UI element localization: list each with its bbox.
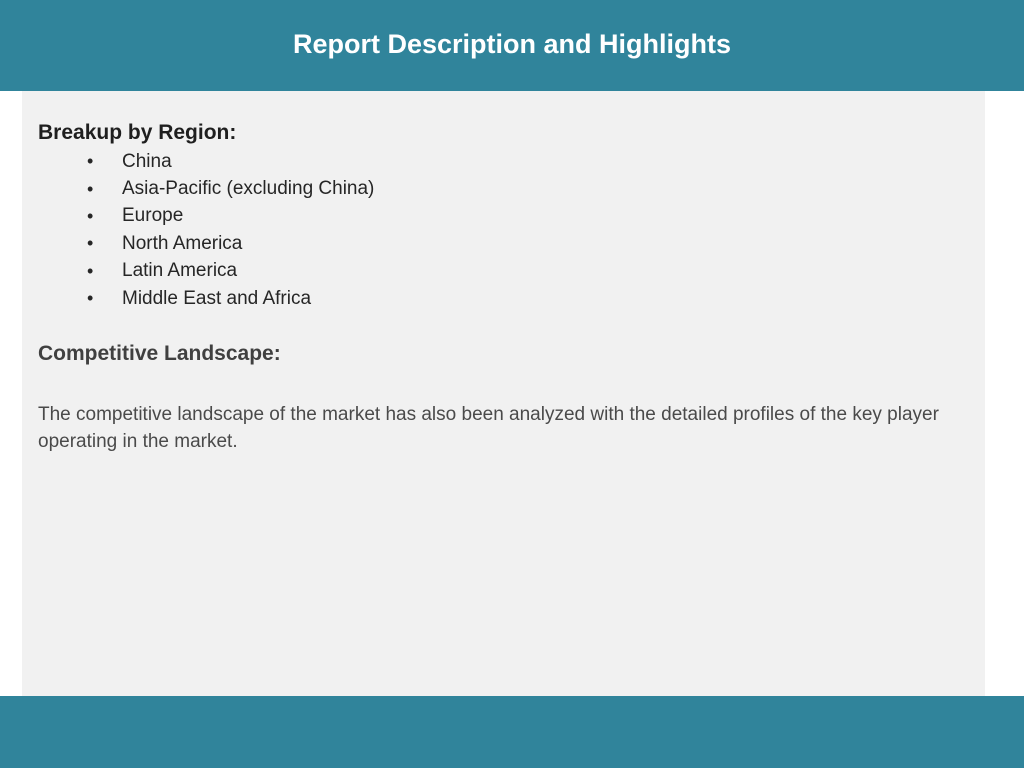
bullet-icon: • [87,151,94,172]
page-title: Report Description and Highlights [292,29,731,59]
list-item-label: Europe [122,205,184,227]
bullet-icon: • [87,288,94,309]
list-item-label: Middle East and Africa [122,287,312,309]
bullet-icon: • [87,233,94,254]
content-panel: Breakup by Region: • China • Asia-Pacifi… [22,91,985,696]
header-bar: Report Description and Highlights [0,0,1024,91]
list-item: • Europe [82,203,374,230]
list-item-label: China [122,150,172,172]
region-heading: Breakup by Region: [38,121,237,144]
list-item-label: Latin America [122,260,238,282]
bullet-icon: • [87,260,94,281]
bullet-icon: • [87,178,94,199]
list-item-label: Asia-Pacific (excluding China) [122,178,375,200]
list-item-label: North America [122,232,243,254]
competitive-description: The competitive landscape of the market … [38,404,939,452]
list-item: • North America [82,230,374,257]
competitive-heading: Competitive Landscape: [38,342,281,365]
footer-bar [0,696,1024,768]
list-item: • Middle East and Africa [82,285,374,312]
list-item: • Latin America [82,258,374,285]
region-list: • China • Asia-Pacific (excluding China)… [82,148,374,312]
bullet-icon: • [87,205,94,226]
list-item: • Asia-Pacific (excluding China) [82,175,374,202]
list-item: • China [82,148,374,175]
